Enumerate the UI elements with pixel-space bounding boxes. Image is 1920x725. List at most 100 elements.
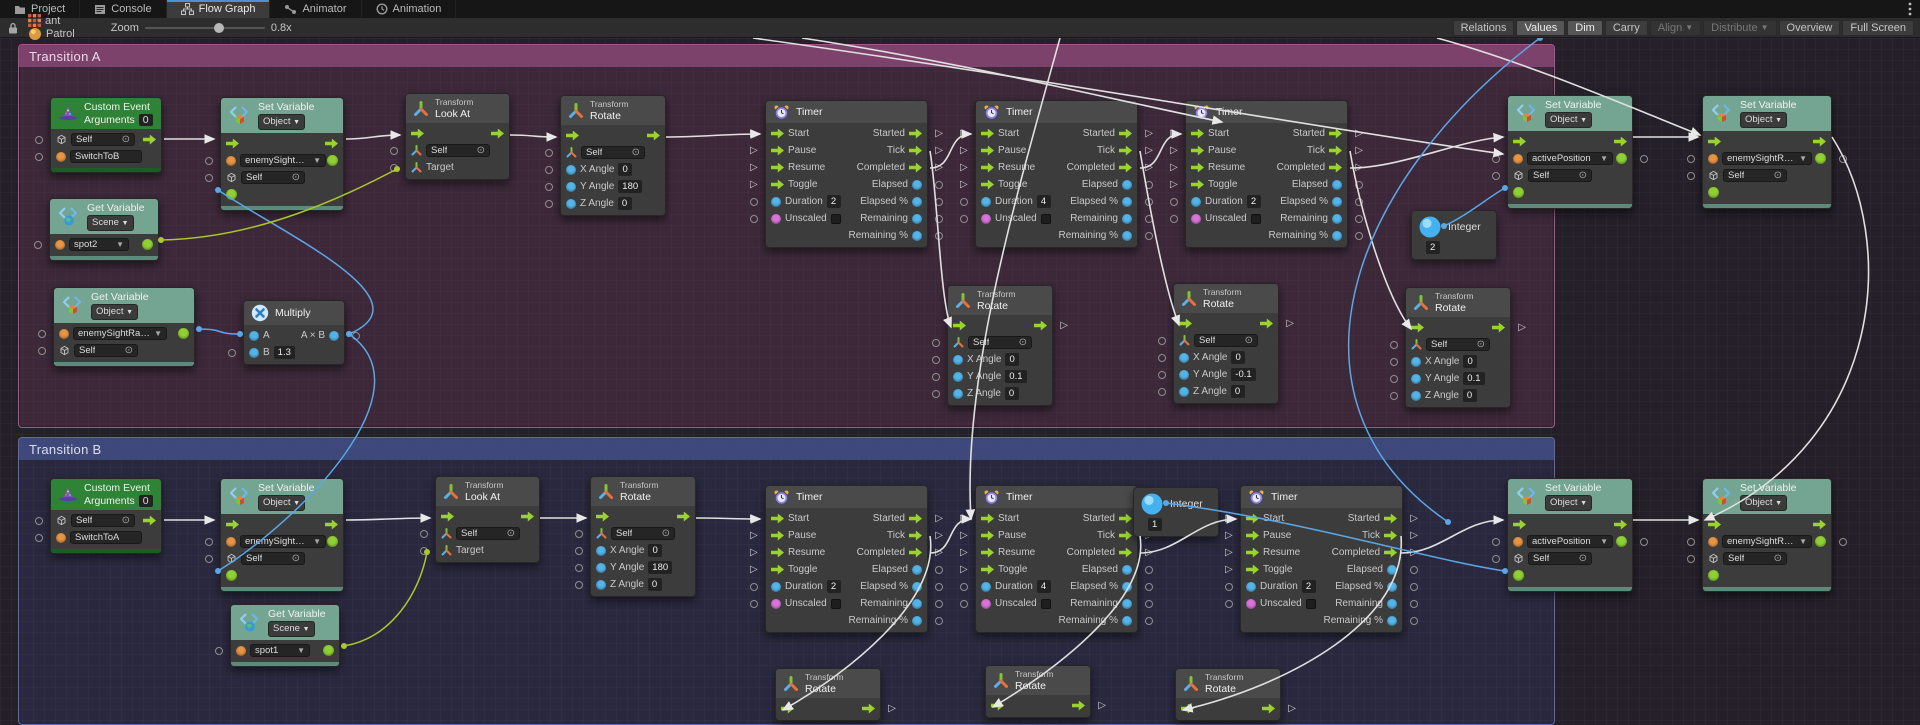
node-look-at-a[interactable]: Transform Look At Self ⊙ Target [390, 93, 510, 180]
variable-scope-dropdown[interactable]: Object ▼ [1740, 112, 1788, 128]
object-port-icon[interactable] [56, 134, 67, 145]
toolbar-button-distribute[interactable]: Distribute ▼ [1703, 19, 1777, 36]
value-field[interactable]: 0 [1004, 387, 1019, 400]
target-picker-icon[interactable]: ⊙ [122, 134, 130, 145]
transform-port-icon[interactable] [411, 145, 422, 156]
orange-value-port[interactable] [1513, 153, 1523, 164]
checkbox[interactable] [1040, 598, 1051, 609]
object-target-field[interactable]: Self ⊙ [71, 133, 135, 146]
node-timer-b1[interactable]: Timer Start Started ▷ ▷ Pause Tick ▷ ▷ Resume Comp… [750, 485, 943, 633]
lock-icon[interactable] [8, 22, 18, 34]
magenta-value-port[interactable] [771, 598, 781, 609]
target-picker-icon[interactable]: ⊙ [1579, 553, 1587, 564]
blue-value-port[interactable] [596, 562, 606, 573]
blue-value-port[interactable] [1387, 581, 1397, 592]
exec-port[interactable] [981, 162, 994, 173]
node-set-variable-b3[interactable]: Set VariableObject ▼ enemySightRange▼ Self… [1687, 478, 1847, 592]
node-get-variable-object-a[interactable]: Get Variable Object ▼ enemySightRange ▼ Self… [38, 287, 195, 367]
object-port-icon[interactable] [56, 515, 67, 526]
target-picker-icon[interactable]: ⊙ [125, 345, 133, 356]
exec-port[interactable] [1329, 145, 1342, 156]
variable-scope-dropdown[interactable]: Object ▼ [258, 495, 306, 511]
blue-value-port[interactable] [1179, 369, 1189, 380]
transform-port-icon[interactable] [441, 528, 452, 539]
exec-port[interactable] [226, 519, 239, 530]
green-value-port[interactable] [327, 155, 338, 166]
blue-value-port[interactable] [1387, 564, 1397, 575]
value-field[interactable]: 0.1 [1005, 370, 1027, 383]
exec-port[interactable] [1411, 322, 1424, 333]
node-look-at-b[interactable]: Transform Look At Self ⊙ Target [420, 476, 540, 563]
transform-port-icon[interactable] [1179, 335, 1190, 346]
node-timer-a3[interactable]: Timer Start Started ▷ ▷ Pause Tick ▷ ▷ Resume Comp… [1170, 100, 1363, 248]
object-port-icon[interactable] [1513, 170, 1524, 181]
blue-value-port[interactable] [912, 598, 922, 609]
magenta-value-port[interactable] [771, 213, 781, 224]
arguments-count[interactable]: 0 [138, 114, 153, 126]
transform-port-icon[interactable] [596, 528, 607, 539]
node-set-variable-b1[interactable]: Set VariableObject ▼ enemySightRange▼ Self… [205, 478, 344, 592]
variable-dropdown[interactable]: enemySightRange▼ [1722, 152, 1812, 165]
blue-value-port[interactable] [981, 581, 991, 592]
exec-port[interactable] [1246, 564, 1259, 575]
node-rotate-b1[interactable]: Transform Rotate Self ⊙ X Angle 0 Y Angle 180 Z … [575, 476, 696, 597]
blue-value-port[interactable] [1122, 179, 1132, 190]
transform-port-icon[interactable] [1411, 339, 1422, 350]
exec-port[interactable] [647, 130, 660, 141]
orange-value-port[interactable] [226, 155, 236, 166]
object-target-field[interactable]: Self ⊙ [1723, 169, 1787, 182]
exec-port[interactable] [981, 530, 994, 541]
blue-value-port[interactable] [912, 230, 922, 241]
tab-animation[interactable]: Animation [362, 0, 457, 18]
blue-value-port[interactable] [1411, 390, 1421, 401]
value-field[interactable]: 0 [1005, 353, 1020, 366]
green-value-port[interactable] [1616, 153, 1627, 164]
target-picker-icon[interactable]: ⊙ [662, 528, 670, 539]
exec-port[interactable] [143, 515, 156, 526]
green-value-port[interactable] [1815, 536, 1826, 547]
blue-value-port[interactable] [953, 354, 963, 365]
blue-value-port[interactable] [1122, 615, 1132, 626]
object-target-field[interactable]: Self ⊙ [1528, 169, 1592, 182]
node-rotate-b3[interactable]: Transform Rotate ▷ [985, 665, 1106, 718]
green-value-port[interactable] [1708, 187, 1719, 198]
transform-port-icon[interactable] [953, 337, 964, 348]
target-picker-icon[interactable]: ⊙ [122, 515, 130, 526]
target-picker-icon[interactable]: ⊙ [292, 172, 300, 183]
magenta-value-port[interactable] [1246, 598, 1256, 609]
object-port-icon[interactable] [226, 553, 237, 564]
exec-port[interactable] [771, 128, 784, 139]
variable-dropdown[interactable]: enemySightRange▼ [240, 535, 326, 548]
exec-port[interactable] [909, 530, 922, 541]
node-integer-b[interactable]: Integer 1 [1133, 487, 1219, 537]
node-integer-a[interactable]: Integer 2 [1411, 210, 1497, 260]
blue-value-port[interactable] [566, 181, 576, 192]
value-field[interactable]: 0 [618, 163, 633, 176]
green-value-port[interactable] [1513, 570, 1524, 581]
magenta-value-port[interactable] [981, 213, 991, 224]
orange-value-port[interactable] [1513, 536, 1523, 547]
object-target-field[interactable]: Self ⊙ [968, 336, 1032, 349]
blue-value-port[interactable] [1122, 213, 1132, 224]
object-target-field[interactable]: Self ⊙ [1426, 338, 1490, 351]
exec-port[interactable] [1119, 547, 1132, 558]
blue-value-port[interactable] [1332, 196, 1342, 207]
exec-port[interactable] [1329, 128, 1342, 139]
exec-port[interactable] [1191, 179, 1204, 190]
exec-port[interactable] [771, 513, 784, 524]
exec-port[interactable] [1614, 136, 1627, 147]
breadcrumb-ant[interactable]: ant [28, 14, 75, 27]
orange-value-port[interactable] [226, 536, 236, 547]
exec-port[interactable] [1119, 530, 1132, 541]
value-field[interactable]: 1.3 [273, 346, 295, 359]
variable-scope-dropdown[interactable]: Object ▼ [1545, 495, 1593, 511]
blue-value-port[interactable] [1387, 598, 1397, 609]
node-rotate-a1[interactable]: Transform Rotate Self ⊙ X Angle 0 Y Angle 180 Z … [545, 95, 666, 216]
exec-port[interactable] [1191, 145, 1204, 156]
value-field[interactable]: 4 [1036, 195, 1051, 208]
orange-value-port[interactable] [55, 239, 65, 250]
variable-scope-dropdown[interactable]: Object ▼ [1545, 112, 1593, 128]
green-value-port[interactable] [1616, 536, 1627, 547]
blue-value-port[interactable] [1191, 196, 1201, 207]
node-set-variable-a1[interactable]: Set VariableObject ▼ enemySightRange▼ Self… [205, 97, 344, 211]
